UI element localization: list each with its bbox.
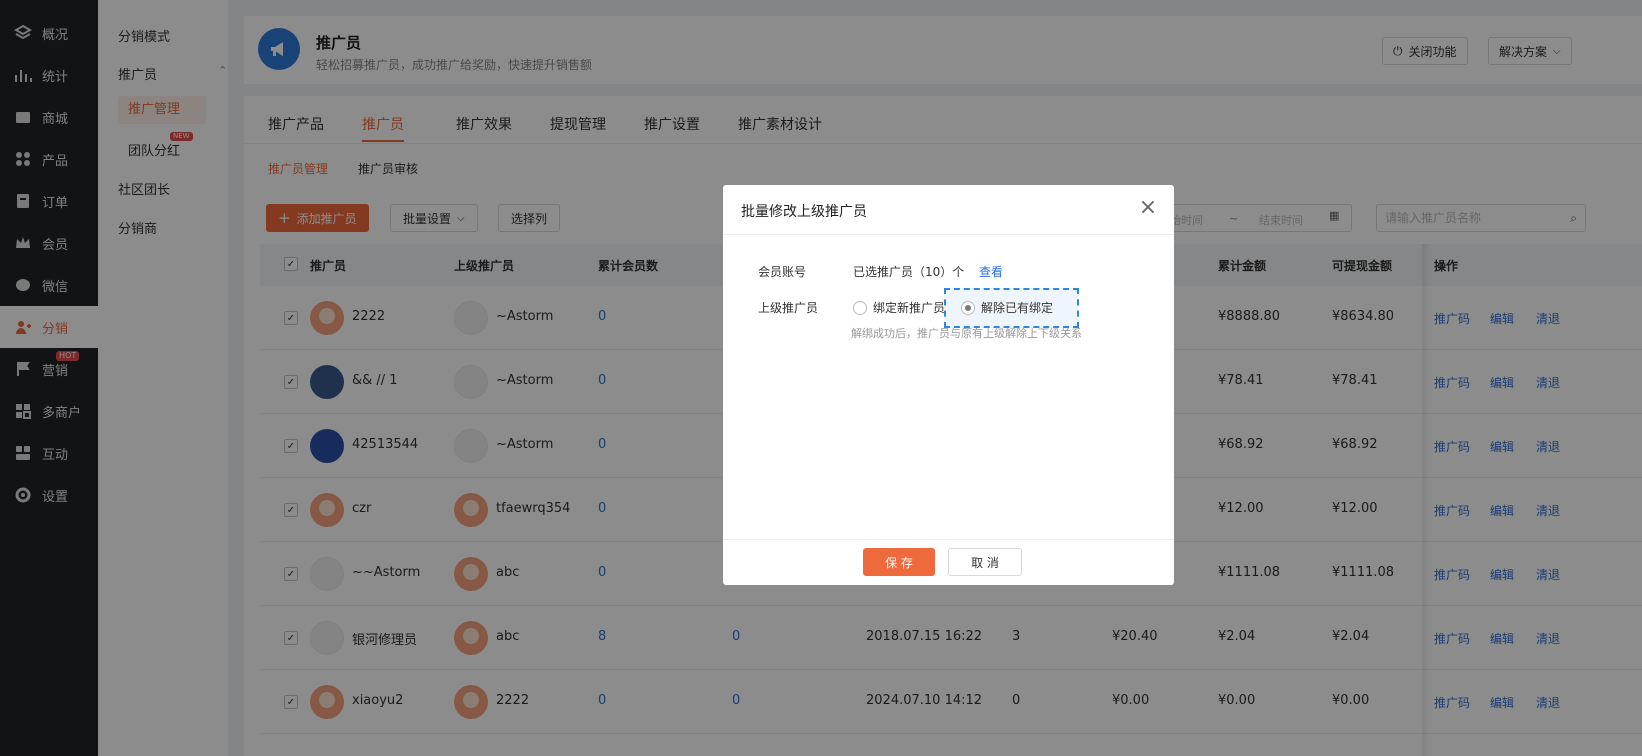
option-bind-label[interactable]: 绑定新推广员 [873, 299, 945, 316]
cancel-button[interactable]: 取 消 [948, 548, 1022, 576]
option-unbind-label[interactable]: 解除已有绑定 [981, 299, 1053, 316]
unbind-hint: 解绑成功后，推广员与原有上级解除上下级关系 [851, 327, 1082, 340]
modal-footer-divider [723, 539, 1174, 540]
view-link[interactable]: 查看 [979, 263, 1003, 280]
close-icon[interactable]: × [1137, 197, 1159, 219]
radio-unbind[interactable] [961, 301, 975, 315]
radio-bind-new[interactable] [853, 301, 867, 315]
save-button[interactable]: 保 存 [863, 548, 935, 576]
app-root: 概况 统计 商城 产品 订单 会员 微信 分销 营销 HOT 多商户 互动 设置 分销模式 推广员 ⌃ … [0, 0, 1642, 756]
parent-label: 上级推广员 [758, 301, 819, 315]
account-label: 会员账号 [758, 265, 807, 279]
batch-parent-modal: 批量修改上级推广员 × 会员账号 已选推广员（10）个 查看 上级推广员 绑定新… [723, 185, 1174, 585]
modal-title: 批量修改上级推广员 [741, 204, 867, 220]
selected-count: 已选推广员（10）个 [853, 265, 965, 279]
modal-divider [723, 234, 1174, 235]
